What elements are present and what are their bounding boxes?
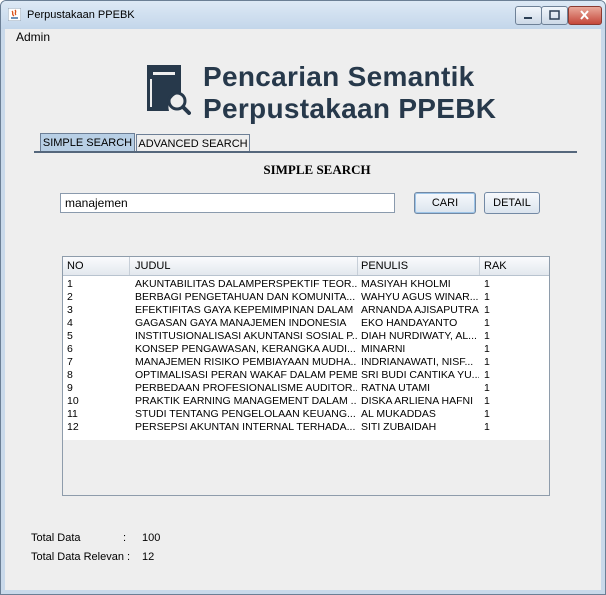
cell-no: 7 [67, 356, 73, 368]
cell-rak: 1 [484, 343, 490, 355]
java-app-icon [8, 8, 21, 21]
total-data-relevan-value: 12 [142, 551, 155, 563]
cell-no: 3 [67, 304, 73, 316]
cell-no: 6 [67, 343, 73, 355]
table-row[interactable]: 12 PERSEPSI AKUNTAN INTERNAL TERHADA... … [63, 421, 549, 433]
cell-penulis: MINARNI [361, 343, 406, 355]
cell-judul: PERSEPSI AKUNTAN INTERNAL TERHADA... [135, 421, 356, 433]
cell-no: 5 [67, 330, 73, 342]
cell-rak: 1 [484, 304, 490, 316]
cell-penulis: AL MUKADDAS [361, 408, 436, 420]
cell-judul: STUDI TENTANG PENGELOLAAN KEUANG... [135, 408, 356, 420]
cell-rak: 1 [484, 369, 490, 381]
cell-rak: 1 [484, 382, 490, 394]
cell-rak: 1 [484, 317, 490, 329]
table-row[interactable]: 2 BERBAGI PENGETAHUAN DAN KOMUNITA... WA… [63, 291, 549, 303]
cell-judul: PRAKTIK EARNING MANAGEMENT DALAM ... [135, 395, 357, 407]
cell-no: 12 [67, 421, 79, 433]
tab-divider [34, 151, 577, 153]
cell-penulis: MASIYAH KHOLMI [361, 278, 451, 290]
table-row[interactable]: 7 MANAJEMEN RISIKO PEMBIAYAAN MUDHA... I… [63, 356, 549, 368]
app-logo: Pencarian Semantik Perpustakaan PPEBK [129, 55, 496, 124]
cell-no: 8 [67, 369, 73, 381]
cell-judul: EFEKTIFITAS GAYA KEPEMIMPINAN DALAM ... [135, 304, 357, 316]
column-divider [357, 257, 358, 275]
app-window: Perpustakaan PPEBK Admin Pencarian Seman… [0, 0, 606, 595]
cell-no: 9 [67, 382, 73, 394]
cell-judul: GAGASAN GAYA MANAJEMEN INDONESIA [135, 317, 347, 329]
tab-advanced-search[interactable]: ADVANCED SEARCH [136, 134, 250, 151]
menu-bar: Admin [5, 29, 601, 45]
cell-rak: 1 [484, 330, 490, 342]
total-data-value: 100 [142, 532, 161, 544]
cell-no: 2 [67, 291, 73, 303]
main-panel: Pencarian Semantik Perpustakaan PPEBK SI… [5, 45, 601, 590]
minimize-icon [524, 17, 532, 19]
cell-judul: INSTITUSIONALISASI AKUNTANSI SOSIAL P... [135, 330, 357, 342]
cell-no: 4 [67, 317, 73, 329]
table-row[interactable]: 4 GAGASAN GAYA MANAJEMEN INDONESIA EKO H… [63, 317, 549, 329]
cell-penulis: RATNA UTAMI [361, 382, 431, 394]
cell-judul: AKUNTABILITAS DALAMPERSPEKTIF TEOR... [135, 278, 357, 290]
table-row[interactable]: 3 EFEKTIFITAS GAYA KEPEMIMPINAN DALAM ..… [63, 304, 549, 316]
logo-title-line1: Pencarian Semantik [203, 61, 475, 92]
close-icon [580, 10, 589, 20]
cell-no: 10 [67, 395, 79, 407]
cell-no: 11 [67, 408, 78, 420]
minimize-button[interactable] [515, 6, 542, 25]
cell-penulis: EKO HANDAYANTO [361, 317, 458, 329]
detail-button[interactable]: DETAIL [484, 192, 540, 214]
cell-rak: 1 [484, 291, 490, 303]
title-bar[interactable]: Perpustakaan PPEBK [1, 1, 605, 29]
search-input[interactable] [60, 193, 395, 213]
column-divider [129, 257, 130, 275]
column-header-penulis[interactable]: PENULIS [361, 260, 408, 272]
column-header-judul[interactable]: JUDUL [135, 260, 170, 272]
results-table: NO JUDUL PENULIS RAK 1 AKUNTABILITAS DAL… [62, 256, 550, 496]
table-body: 1 AKUNTABILITAS DALAMPERSPEKTIF TEOR... … [63, 276, 549, 440]
cell-penulis: DISKA ARLIENA HAFNI [361, 395, 474, 407]
table-row[interactable]: 9 PERBEDAAN PROFESIONALISME AUDITOR... R… [63, 382, 549, 394]
table-header: NO JUDUL PENULIS RAK [63, 257, 549, 276]
total-data-relevan-label: Total Data Relevan : [31, 551, 131, 563]
maximize-icon [549, 10, 560, 20]
table-row[interactable]: 8 OPTIMALISASI PERAN WAKAF DALAM PEMB...… [63, 369, 549, 381]
cell-rak: 1 [484, 395, 490, 407]
table-row[interactable]: 6 KONSEP PENGAWASAN, KERANGKA AUDI... MI… [63, 343, 549, 355]
column-header-rak[interactable]: RAK [484, 260, 507, 272]
cell-rak: 1 [484, 278, 490, 290]
cell-judul: KONSEP PENGAWASAN, KERANGKA AUDI... [135, 343, 356, 355]
cell-penulis: INDRIANAWATI, NISF... [361, 356, 474, 368]
logo-title-line2: Perpustakaan PPEBK [203, 93, 497, 124]
tab-simple-search[interactable]: SIMPLE SEARCH [40, 133, 135, 151]
column-divider [479, 257, 480, 275]
cell-penulis: SRI BUDI CANTIKA YU... [361, 369, 479, 381]
cell-penulis: ARNANDA AJISAPUTRA [361, 304, 479, 316]
cell-judul: OPTIMALISASI PERAN WAKAF DALAM PEMB... [135, 369, 357, 381]
cell-rak: 1 [484, 356, 490, 368]
section-title: SIMPLE SEARCH [263, 162, 371, 177]
table-row[interactable]: 1 AKUNTABILITAS DALAMPERSPEKTIF TEOR... … [63, 278, 549, 290]
window-title: Perpustakaan PPEBK [27, 9, 135, 21]
cell-no: 1 [67, 278, 73, 290]
cell-judul: MANAJEMEN RISIKO PEMBIAYAAN MUDHA... [135, 356, 357, 368]
document-search-icon [147, 65, 191, 115]
cell-penulis: DIAH NURDIWATY, AL... [361, 330, 477, 342]
cari-button[interactable]: CARI [414, 192, 476, 214]
table-row[interactable]: 10 PRAKTIK EARNING MANAGEMENT DALAM ... … [63, 395, 549, 407]
total-data-separator: : [123, 532, 127, 544]
close-button[interactable] [568, 6, 602, 25]
total-data-label: Total Data [31, 532, 81, 544]
menu-item-admin[interactable]: Admin [16, 30, 50, 44]
cell-penulis: WAHYU AGUS WINAR... [361, 291, 479, 303]
cell-penulis: SITI ZUBAIDAH [361, 421, 437, 433]
cell-rak: 1 [484, 421, 490, 433]
column-header-no[interactable]: NO [67, 260, 84, 272]
cell-rak: 1 [484, 408, 490, 420]
table-row[interactable]: 5 INSTITUSIONALISASI AKUNTANSI SOSIAL P.… [63, 330, 549, 342]
cell-judul: BERBAGI PENGETAHUAN DAN KOMUNITA... [135, 291, 356, 303]
maximize-button[interactable] [541, 6, 568, 25]
cell-judul: PERBEDAAN PROFESIONALISME AUDITOR... [135, 382, 357, 394]
table-row[interactable]: 11 STUDI TENTANG PENGELOLAAN KEUANG... A… [63, 408, 549, 420]
